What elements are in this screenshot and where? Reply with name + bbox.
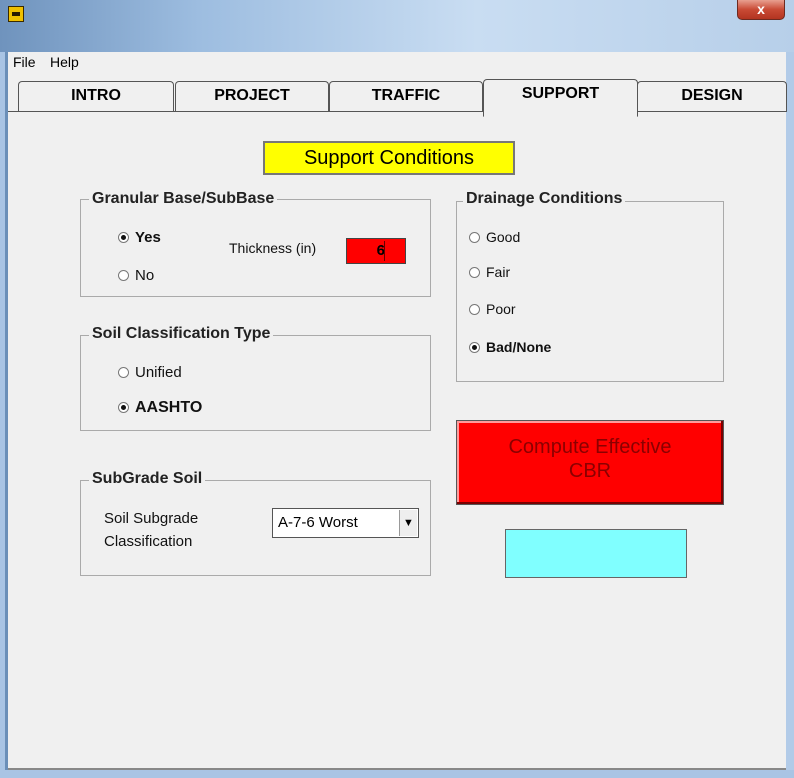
drainage-good-radio[interactable]: Good (469, 229, 520, 245)
page-title: Support Conditions (263, 141, 515, 175)
granular-title: Granular Base/SubBase (89, 190, 278, 208)
window-bottom-border (8, 768, 786, 770)
soil-subgrade-select[interactable]: A-7-6 Worst ▼ (272, 508, 419, 538)
chevron-down-icon[interactable]: ▼ (399, 510, 417, 536)
tab-project[interactable]: PROJECT (175, 81, 329, 112)
radio-icon (118, 367, 129, 378)
menu-file[interactable]: File (13, 54, 36, 70)
window-frame-right (786, 52, 794, 770)
subgrade-label-line1: Soil Subgrade (104, 510, 199, 527)
granular-yes-radio[interactable]: Yes (118, 229, 161, 246)
title-bar: x (0, 0, 794, 52)
radio-icon (469, 304, 480, 315)
compute-cbr-label-line2: CBR (568, 460, 612, 482)
app-icon (8, 6, 24, 22)
menu-bar: File Help (8, 52, 786, 74)
radio-selected-icon (118, 232, 129, 243)
compute-cbr-label-line1: Compute Effective (508, 436, 672, 458)
radio-icon (469, 267, 480, 278)
soil-aashto-radio[interactable]: AASHTO (118, 399, 202, 417)
soil-subgrade-value: A-7-6 Worst (278, 514, 358, 531)
close-button[interactable]: x (737, 0, 785, 20)
tab-intro[interactable]: INTRO (18, 81, 174, 112)
app-window: x File Help INTRO PROJECT TRAFFIC DESIGN… (0, 0, 794, 778)
thickness-label: Thickness (in) (229, 240, 317, 256)
radio-selected-icon (469, 342, 480, 353)
radio-selected-icon (118, 402, 129, 413)
drainage-title: Drainage Conditions (463, 190, 626, 208)
drainage-poor-radio[interactable]: Poor (469, 301, 516, 317)
drainage-bad-radio[interactable]: Bad/None (469, 339, 551, 355)
tab-support[interactable]: SUPPORT (483, 79, 638, 117)
subgrade-title: SubGrade Soil (89, 470, 206, 488)
subgrade-label-line2: Classification (104, 533, 193, 550)
compute-cbr-button[interactable]: Compute Effective CBR (456, 420, 724, 505)
effective-cbr-output (505, 529, 687, 578)
menu-help[interactable]: Help (50, 54, 79, 70)
thickness-input[interactable]: 6 (346, 238, 406, 264)
tab-design[interactable]: DESIGN (637, 81, 787, 112)
radio-icon (118, 270, 129, 281)
drainage-fair-radio[interactable]: Fair (469, 264, 510, 280)
soil-unified-radio[interactable]: Unified (118, 364, 182, 381)
soil-class-title: Soil Classification Type (89, 325, 274, 343)
radio-icon (469, 232, 480, 243)
tab-traffic[interactable]: TRAFFIC (329, 81, 483, 112)
granular-no-radio[interactable]: No (118, 267, 154, 284)
